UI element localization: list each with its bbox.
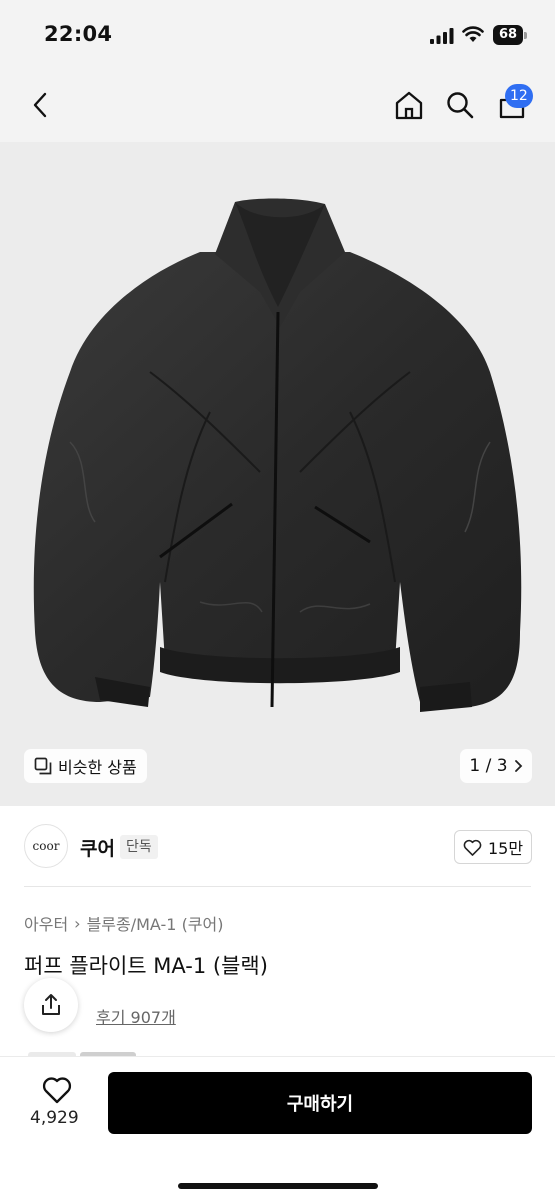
back-icon[interactable] bbox=[24, 88, 58, 122]
breadcrumb-item[interactable]: 블루종/MA-1 (쿠어) bbox=[87, 911, 224, 935]
product-title: 퍼프 플라이트 MA-1 (블랙) bbox=[24, 954, 268, 978]
brand-like-count: 15만 bbox=[487, 839, 524, 858]
image-page-indicator[interactable]: 1 / 3 bbox=[460, 749, 532, 783]
jacket-illustration bbox=[33, 198, 522, 712]
cart-count-badge: 12 bbox=[505, 84, 533, 108]
brand-name[interactable]: 쿠어 bbox=[80, 834, 115, 861]
home-icon[interactable] bbox=[392, 88, 426, 122]
brand-row: coor 쿠어 단독 15만 bbox=[0, 806, 555, 886]
brand-like-button[interactable]: 15만 bbox=[454, 830, 532, 864]
copy-icon bbox=[34, 757, 52, 775]
battery-level: 68 bbox=[493, 25, 523, 45]
heart-icon bbox=[463, 839, 482, 856]
home-indicator bbox=[178, 1183, 378, 1189]
page-indicator-text: 1 / 3 bbox=[469, 756, 508, 776]
product-image[interactable] bbox=[0, 142, 555, 806]
buy-button[interactable]: 구매하기 bbox=[108, 1072, 532, 1134]
similar-products-label: 비슷한 상품 bbox=[58, 758, 137, 777]
search-icon[interactable] bbox=[443, 88, 477, 122]
signal-icon bbox=[430, 28, 454, 44]
wifi-icon bbox=[462, 26, 484, 42]
exclusive-tag: 단독 bbox=[120, 835, 158, 859]
review-link[interactable]: 후기 907개 bbox=[96, 1004, 176, 1028]
wishlist-count: 4,929 bbox=[30, 1108, 79, 1128]
battery-icon: 68 bbox=[493, 25, 527, 45]
chevron-right-icon bbox=[514, 760, 522, 772]
share-button[interactable] bbox=[24, 978, 78, 1032]
breadcrumb-item[interactable]: 아우터 bbox=[24, 911, 68, 935]
similar-products-button[interactable]: 비슷한 상품 bbox=[24, 749, 147, 783]
divider bbox=[24, 886, 531, 887]
status-time: 22:04 bbox=[44, 22, 113, 46]
brand-logo[interactable]: coor bbox=[24, 824, 68, 868]
status-bar: 22:04 68 bbox=[0, 0, 555, 70]
share-icon bbox=[42, 994, 60, 1015]
breadcrumb: 아우터 › 블루종/MA-1 (쿠어) bbox=[24, 911, 224, 935]
top-navigation bbox=[0, 70, 555, 142]
wishlist-heart-icon[interactable] bbox=[42, 1076, 72, 1104]
breadcrumb-separator: › bbox=[74, 913, 81, 933]
